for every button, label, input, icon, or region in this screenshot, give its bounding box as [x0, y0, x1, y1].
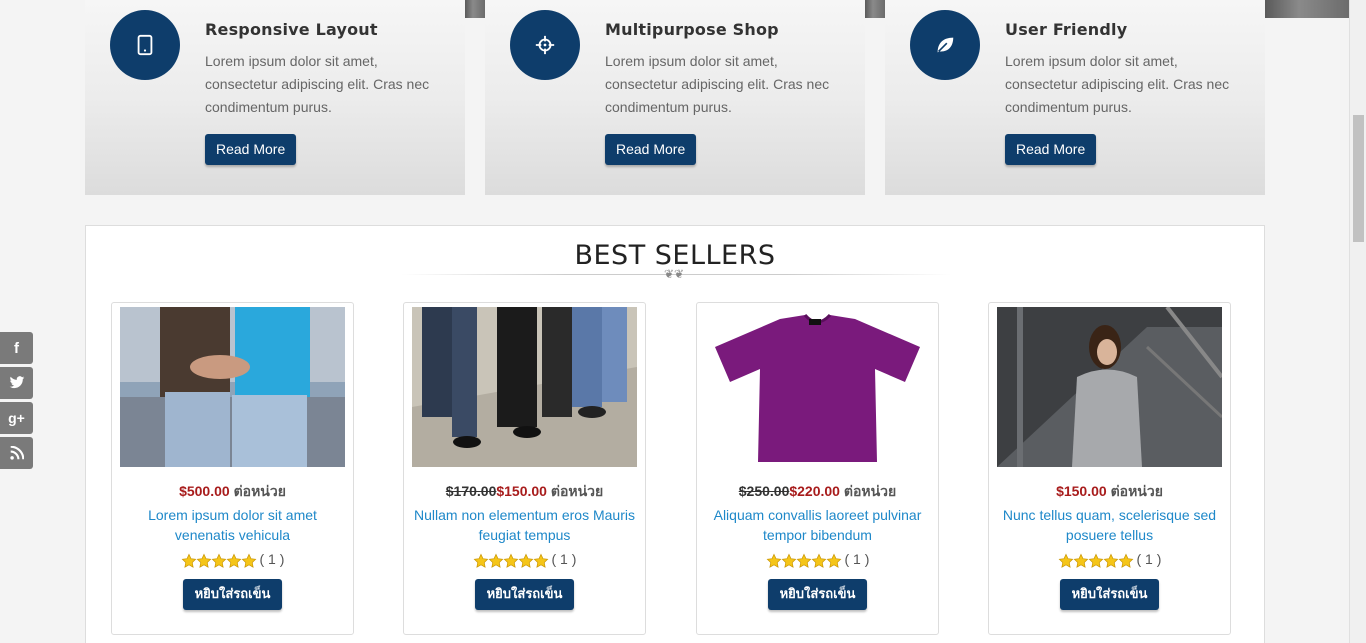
product-card: $500.00 ต่อหน่วย Lorem ipsum dolor sit a…: [111, 302, 354, 635]
tablet-icon: [137, 34, 153, 56]
product-price: $250.00$220.00 ต่อหน่วย: [697, 481, 938, 503]
product-rating: ( 1 ): [989, 551, 1230, 569]
product-price: $170.00$150.00 ต่อหน่วย: [404, 481, 645, 503]
star-rating-icon: [766, 552, 842, 569]
add-to-cart-button[interactable]: หยิบใส่รถเข็น: [183, 579, 282, 610]
add-to-cart-button[interactable]: หยิบใส่รถเข็น: [1060, 579, 1159, 610]
read-more-button[interactable]: Read More: [205, 134, 297, 165]
rating-count: ( 1 ): [259, 551, 285, 567]
page-scrollbar[interactable]: [1349, 0, 1366, 643]
rating-count: ( 1 ): [844, 551, 870, 567]
product-card: $170.00$150.00 ต่อหน่วย Nullam non eleme…: [403, 302, 646, 635]
price-current: $500.00: [179, 483, 230, 499]
feature-icon-circle: [510, 10, 580, 80]
rating-count: ( 1 ): [551, 551, 577, 567]
feature-icon-circle: [910, 10, 980, 80]
product-title-link[interactable]: Nullam non elementum eros Mauris feugiat…: [414, 505, 635, 545]
price-unit: ต่อหน่วย: [1110, 483, 1163, 499]
google-plus-icon[interactable]: g+: [0, 402, 33, 434]
feature-title: Multipurpose Shop: [605, 20, 779, 39]
best-sellers-section: BEST SELLERS ❦❦ $500.00 ต่อหน่วย Lorem i…: [85, 225, 1265, 643]
price-current: $220.00: [789, 483, 840, 499]
facebook-icon[interactable]: f: [0, 332, 33, 364]
feature-box: Responsive Layout Lorem ipsum dolor sit …: [85, 0, 465, 195]
product-card: $250.00$220.00 ต่อหน่วย Aliquam convalli…: [696, 302, 939, 635]
price-current: $150.00: [1056, 483, 1107, 499]
feature-icon-circle: [110, 10, 180, 80]
product-image[interactable]: [705, 307, 930, 467]
price-unit: ต่อหน่วย: [843, 483, 897, 499]
ornament-icon: ❦❦: [664, 267, 685, 281]
product-title-link[interactable]: Aliquam convallis laoreet pulvinar tempo…: [707, 505, 928, 545]
star-rating-icon: [1058, 552, 1134, 569]
scrollbar-thumb[interactable]: [1353, 115, 1364, 242]
product-title-link[interactable]: Lorem ipsum dolor sit amet venenatis veh…: [122, 505, 343, 545]
price-original: $170.00: [445, 483, 497, 499]
rating-count: ( 1 ): [1136, 551, 1162, 567]
product-rating: ( 1 ): [697, 551, 938, 569]
star-rating-icon: [473, 552, 549, 569]
star-rating-icon: [181, 552, 257, 569]
feature-title: User Friendly: [1005, 20, 1128, 39]
crosshair-icon: [535, 35, 555, 55]
rss-icon[interactable]: [0, 437, 33, 469]
leaf-icon: [937, 37, 954, 53]
product-image[interactable]: [120, 307, 345, 467]
banner-image-strip: [1265, 0, 1350, 18]
feature-text: Lorem ipsum dolor sit amet, consectetur …: [605, 53, 830, 115]
price-unit: ต่อหน่วย: [233, 483, 286, 499]
product-rating: ( 1 ): [404, 551, 645, 569]
feature-text: Lorem ipsum dolor sit amet, consectetur …: [1005, 53, 1230, 115]
product-image[interactable]: [997, 307, 1222, 467]
price-current: $150.00: [496, 483, 547, 499]
banner-image-strip: [465, 0, 485, 18]
product-price: $500.00 ต่อหน่วย: [112, 481, 353, 503]
feature-text: Lorem ipsum dolor sit amet, consectetur …: [205, 53, 430, 115]
banner-image-strip: [865, 0, 885, 18]
price-original: $250.00: [738, 483, 790, 499]
product-card: $150.00 ต่อหน่วย Nunc tellus quam, scele…: [988, 302, 1231, 635]
feature-box: User Friendly Lorem ipsum dolor sit amet…: [885, 0, 1265, 195]
read-more-button[interactable]: Read More: [605, 134, 697, 165]
product-price: $150.00 ต่อหน่วย: [989, 481, 1230, 503]
price-unit: ต่อหน่วย: [550, 483, 604, 499]
product-rating: ( 1 ): [112, 551, 353, 569]
product-image[interactable]: [412, 307, 637, 467]
read-more-button[interactable]: Read More: [1005, 134, 1097, 165]
feature-box: Multipurpose Shop Lorem ipsum dolor sit …: [485, 0, 865, 195]
add-to-cart-button[interactable]: หยิบใส่รถเข็น: [475, 579, 574, 610]
feature-title: Responsive Layout: [205, 20, 378, 39]
add-to-cart-button[interactable]: หยิบใส่รถเข็น: [768, 579, 867, 610]
product-title-link[interactable]: Nunc tellus quam, scelerisque sed posuer…: [999, 505, 1220, 545]
twitter-icon[interactable]: [0, 367, 33, 399]
